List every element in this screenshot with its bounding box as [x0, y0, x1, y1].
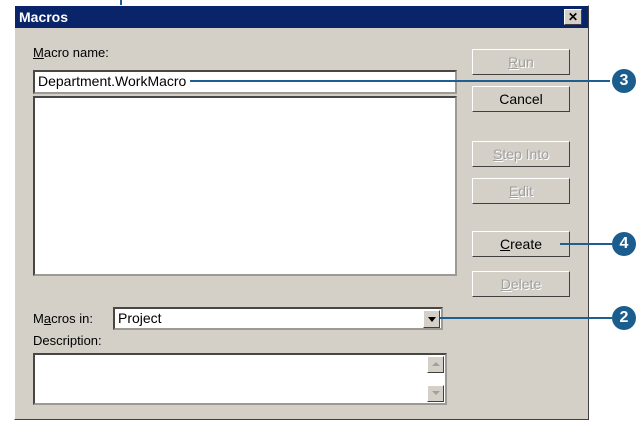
callout-2-leader	[440, 317, 612, 319]
macro-name-label: Macro name:	[33, 45, 109, 60]
callout-2-badge: 2	[612, 306, 636, 330]
macros-in-label: Macros in:	[33, 311, 93, 326]
dialog-title: Macros	[19, 9, 69, 25]
edit-label: dit	[518, 183, 534, 199]
macros-in-value: Project	[118, 310, 162, 326]
run-mnemonic: R	[508, 54, 519, 70]
create-button[interactable]: Create	[472, 231, 570, 257]
create-label: reate	[510, 236, 543, 252]
macro-name-label-text: acro name:	[43, 45, 109, 60]
callout-3-leader	[190, 80, 610, 82]
callout-4-badge: 4	[612, 232, 636, 256]
delete-mnemonic: D	[500, 276, 511, 292]
run-button[interactable]: Run	[472, 49, 570, 75]
delete-button[interactable]: Delete	[472, 271, 570, 297]
callout-4-leader	[560, 243, 612, 245]
chevron-down-icon[interactable]	[423, 310, 440, 328]
description-field[interactable]	[33, 353, 447, 405]
close-icon[interactable]: ✕	[564, 9, 582, 25]
step-into-button[interactable]: Step Into	[472, 141, 570, 167]
cancel-button[interactable]: Cancel	[472, 86, 570, 112]
scroll-up-icon[interactable]	[427, 356, 444, 373]
callout-3-badge: 3	[612, 69, 636, 93]
macro-list[interactable]	[33, 96, 457, 276]
close-glyph: ✕	[567, 10, 579, 24]
macros-dialog: Macros ✕ Macro name: Department.WorkMacr…	[14, 5, 589, 420]
step-into-mnemonic: S	[492, 146, 503, 162]
scroll-down-icon[interactable]	[427, 385, 444, 402]
macros-in-label-prefix: M	[33, 311, 44, 326]
macros-in-select[interactable]: Project	[113, 307, 443, 330]
macro-name-mnemonic: M	[33, 45, 44, 60]
macros-in-label-text: cros in:	[51, 311, 93, 326]
macro-name-value: Department.WorkMacro	[38, 73, 187, 89]
macros-in-mnemonic: a	[43, 311, 52, 326]
edit-button[interactable]: Edit	[472, 178, 570, 204]
run-label: un	[518, 54, 534, 70]
title-bar: Macros ✕	[15, 6, 588, 28]
description-label: Description:	[33, 333, 102, 348]
create-mnemonic: C	[499, 236, 511, 252]
delete-label: elete	[510, 276, 542, 292]
macro-name-input[interactable]: Department.WorkMacro	[33, 70, 457, 94]
step-into-label: tep Into	[502, 146, 550, 162]
edit-mnemonic: E	[508, 183, 519, 199]
